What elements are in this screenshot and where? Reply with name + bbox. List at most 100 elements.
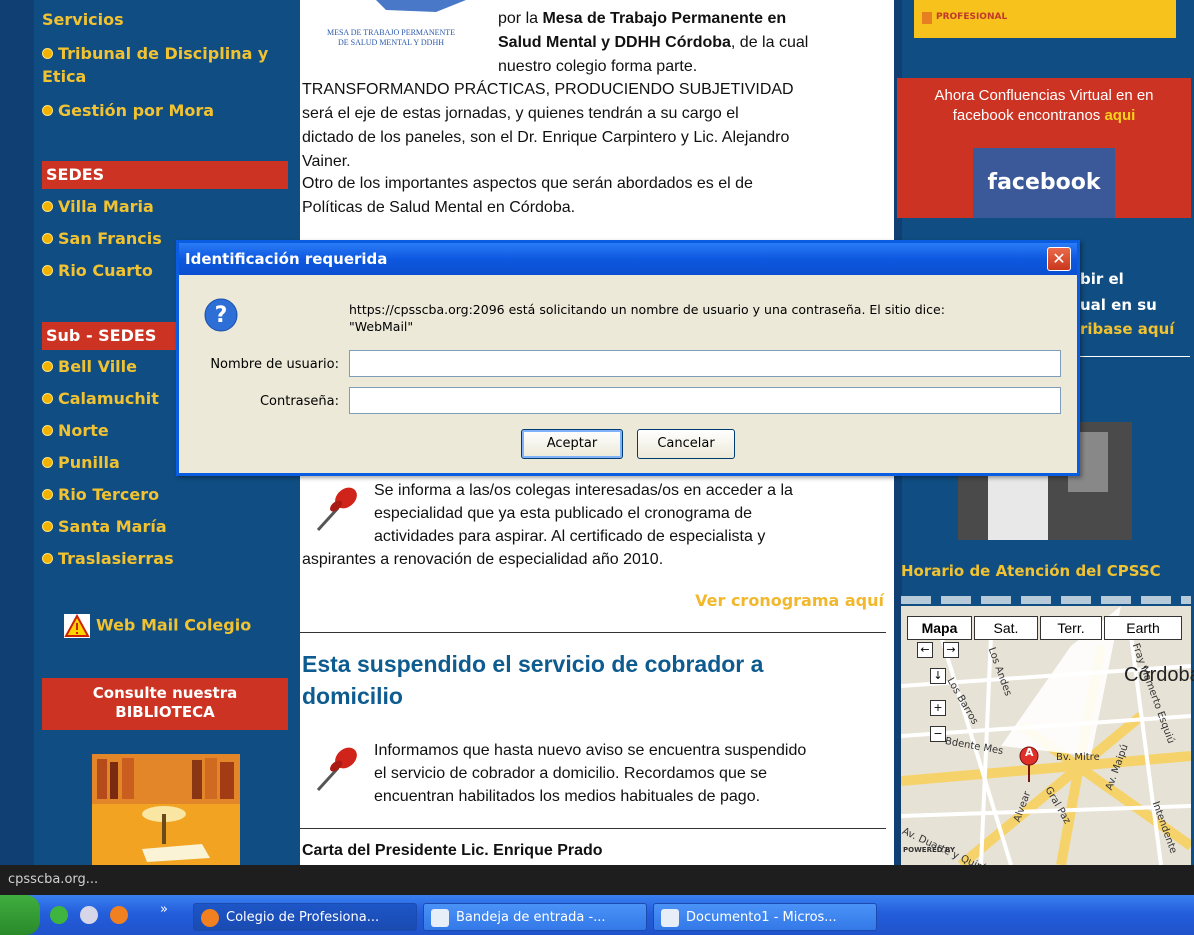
nav-tribunal-2[interactable]: Etica <box>42 67 86 86</box>
nav-santa-maria[interactable]: Santa María <box>42 517 167 536</box>
firefox-icon <box>201 909 219 927</box>
library-image[interactable] <box>92 754 240 865</box>
taskbar-label: Colegio de Profesiona... <box>226 910 380 925</box>
intro-a: por la <box>498 10 543 27</box>
username-field[interactable] <box>349 350 1061 377</box>
start-button[interactable] <box>0 895 40 935</box>
accept-button[interactable]: Aceptar <box>521 429 623 459</box>
map-zoom-out-icon[interactable]: − <box>930 726 946 742</box>
taskbar-firefox[interactable]: Colegio de Profesiona... <box>193 903 417 931</box>
fb-line2a: facebook encontranos <box>952 107 1105 124</box>
nav-label: Punilla <box>58 453 120 472</box>
p1-line1: TRANSFORMANDO PRÁCTICAS, PRODUCIENDO SUB… <box>302 81 794 98</box>
nav-villa-maria[interactable]: Villa Maria <box>42 197 154 216</box>
nav-san-francisco[interactable]: San Francis <box>42 229 162 248</box>
map-powered: POWERED BY <box>903 846 956 854</box>
close-icon[interactable]: ✕ <box>1047 247 1071 271</box>
nav-traslasierras[interactable]: Traslasierras <box>42 549 174 568</box>
explorer-icon[interactable] <box>80 906 98 924</box>
esp-line2: especialidad que ya esta publicado el cr… <box>374 505 753 522</box>
dialog-message-line2: "WebMail" <box>349 319 414 334</box>
biblioteca-banner[interactable]: Consulte nuestra BIBLIOTECA <box>42 678 288 730</box>
status-text: cpsscba.org... <box>8 872 99 887</box>
webmail-link[interactable]: Web Mail Colegio <box>64 613 251 638</box>
cronograma-link[interactable]: Ver cronograma aquí <box>620 591 884 610</box>
biblioteca-line2: BIBLIOTECA <box>115 703 215 721</box>
right-partial-line2: ual en su <box>1080 296 1157 314</box>
esp-line3: actividades para aspirar. Al certificado… <box>374 528 766 545</box>
bullet-icon <box>42 553 53 564</box>
map-tab-earth[interactable]: Earth <box>1104 616 1182 640</box>
nav-calamuchita[interactable]: Calamuchit <box>42 389 159 408</box>
fb-aqui-link[interactable]: aqui <box>1104 107 1135 124</box>
nav-label: Traslasierras <box>58 549 174 568</box>
dialog-titlebar[interactable]: Identificación requerida ✕ <box>179 243 1077 275</box>
nav-bell-ville[interactable]: Bell Ville <box>42 357 137 376</box>
quicklaunch <box>50 906 128 924</box>
intro-line3: nuestro colegio forma parte. <box>498 58 698 75</box>
logo-graphic <box>376 0 466 12</box>
divider <box>300 632 886 633</box>
map-pan-left-icon[interactable]: ← <box>917 642 933 658</box>
carta-title[interactable]: Carta del Presidente Lic. Enrique Prado <box>302 842 603 860</box>
bullet-icon <box>42 48 53 59</box>
sedes-header: SEDES <box>42 161 288 189</box>
facebook-button[interactable]: facebook <box>973 148 1115 218</box>
ie-icon[interactable] <box>50 906 68 924</box>
divider <box>300 828 886 829</box>
quicklaunch-chevron-icon[interactable]: » <box>160 902 168 917</box>
profesional-banner[interactable]: PROFESIONAL <box>914 0 1176 38</box>
nav-rio-cuarto[interactable]: Rio Cuarto <box>42 261 153 280</box>
p2-line1: Otro de los importantes aspectos que ser… <box>302 175 753 192</box>
pushpin-icon <box>316 487 357 532</box>
headline[interactable]: Esta suspendido el servicio de cobrador … <box>302 648 763 712</box>
taskbar-word[interactable]: Documento1 - Micros... <box>653 903 877 931</box>
map-city-label: Córdoba <box>1124 664 1194 686</box>
bullet-icon <box>42 105 53 116</box>
map-tab-terr[interactable]: Terr. <box>1040 616 1102 640</box>
firefox-icon[interactable] <box>110 906 128 924</box>
nav-label: Bell Ville <box>58 357 137 376</box>
pushpin-icon <box>316 747 357 792</box>
nav-rio-tercero[interactable]: Rio Tercero <box>42 485 159 504</box>
svg-text:?: ? <box>215 303 228 328</box>
dialog-message: https://cpsscba.org:2096 está solicitand… <box>349 301 945 335</box>
intro-b: Mesa de Trabajo Permanente en <box>542 10 787 27</box>
nav-tribunal[interactable]: Tribunal de Disciplina y <box>42 44 268 63</box>
map-zoom-in-icon[interactable]: + <box>930 700 946 716</box>
nav-norte[interactable]: Norte <box>42 421 109 440</box>
intro-line1: por la Mesa de Trabajo Permanente en <box>498 8 786 30</box>
taskbar-label: Bandeja de entrada -... <box>456 910 606 925</box>
map-tab-mapa[interactable]: Mapa <box>907 616 972 640</box>
map-pan-down-icon[interactable]: ↓ <box>930 668 946 684</box>
nav-gestion-label: Gestión por Mora <box>58 101 215 120</box>
banner-text: PROFESIONAL <box>936 12 1008 22</box>
map-street: Bv. Mitre <box>1056 752 1100 763</box>
taskbar-mail[interactable]: Bandeja de entrada -... <box>423 903 647 931</box>
nav-gestion-mora[interactable]: Gestión por Mora <box>42 101 214 120</box>
password-field[interactable] <box>349 387 1061 414</box>
nav-servicios[interactable]: Servicios <box>42 10 124 29</box>
map-marker-label: A <box>1025 746 1034 759</box>
esp-line1: Se informa a las/os colegas interesadas/… <box>374 482 793 499</box>
right-divider <box>1080 356 1190 357</box>
bullet-icon <box>42 393 53 404</box>
bullet-icon <box>42 201 53 212</box>
right-partial-line1: bir el <box>1080 270 1124 288</box>
map-pan-right-icon[interactable]: → <box>943 642 959 658</box>
right-partial-line3[interactable]: ribase aquí <box>1080 320 1174 338</box>
left-strip <box>0 0 34 865</box>
mail-icon <box>431 909 449 927</box>
map-tab-sat[interactable]: Sat. <box>974 616 1038 640</box>
facebook-panel: Ahora Confluencias Virtual en en faceboo… <box>897 78 1191 218</box>
mesa-logo: MESA DE TRABAJO PERMANENTE DE SALUD MENT… <box>316 0 486 52</box>
nav-punilla[interactable]: Punilla <box>42 453 120 472</box>
bullet-icon <box>42 265 53 276</box>
cancel-button[interactable]: Cancelar <box>637 429 735 459</box>
nav-tribunal-label: Tribunal de Disciplina y <box>58 44 269 63</box>
intro-line2: Salud Mental y DDHH Córdoba, de la cual <box>498 32 808 54</box>
auth-dialog: Identificación requerida ✕ ? https://cps… <box>176 240 1080 476</box>
headline-line1: Esta suspendido el servicio de cobrador … <box>302 651 764 677</box>
headline-line2: domicilio <box>302 683 403 709</box>
logo-line2: DE SALUD MENTAL Y DDHH <box>337 38 444 47</box>
